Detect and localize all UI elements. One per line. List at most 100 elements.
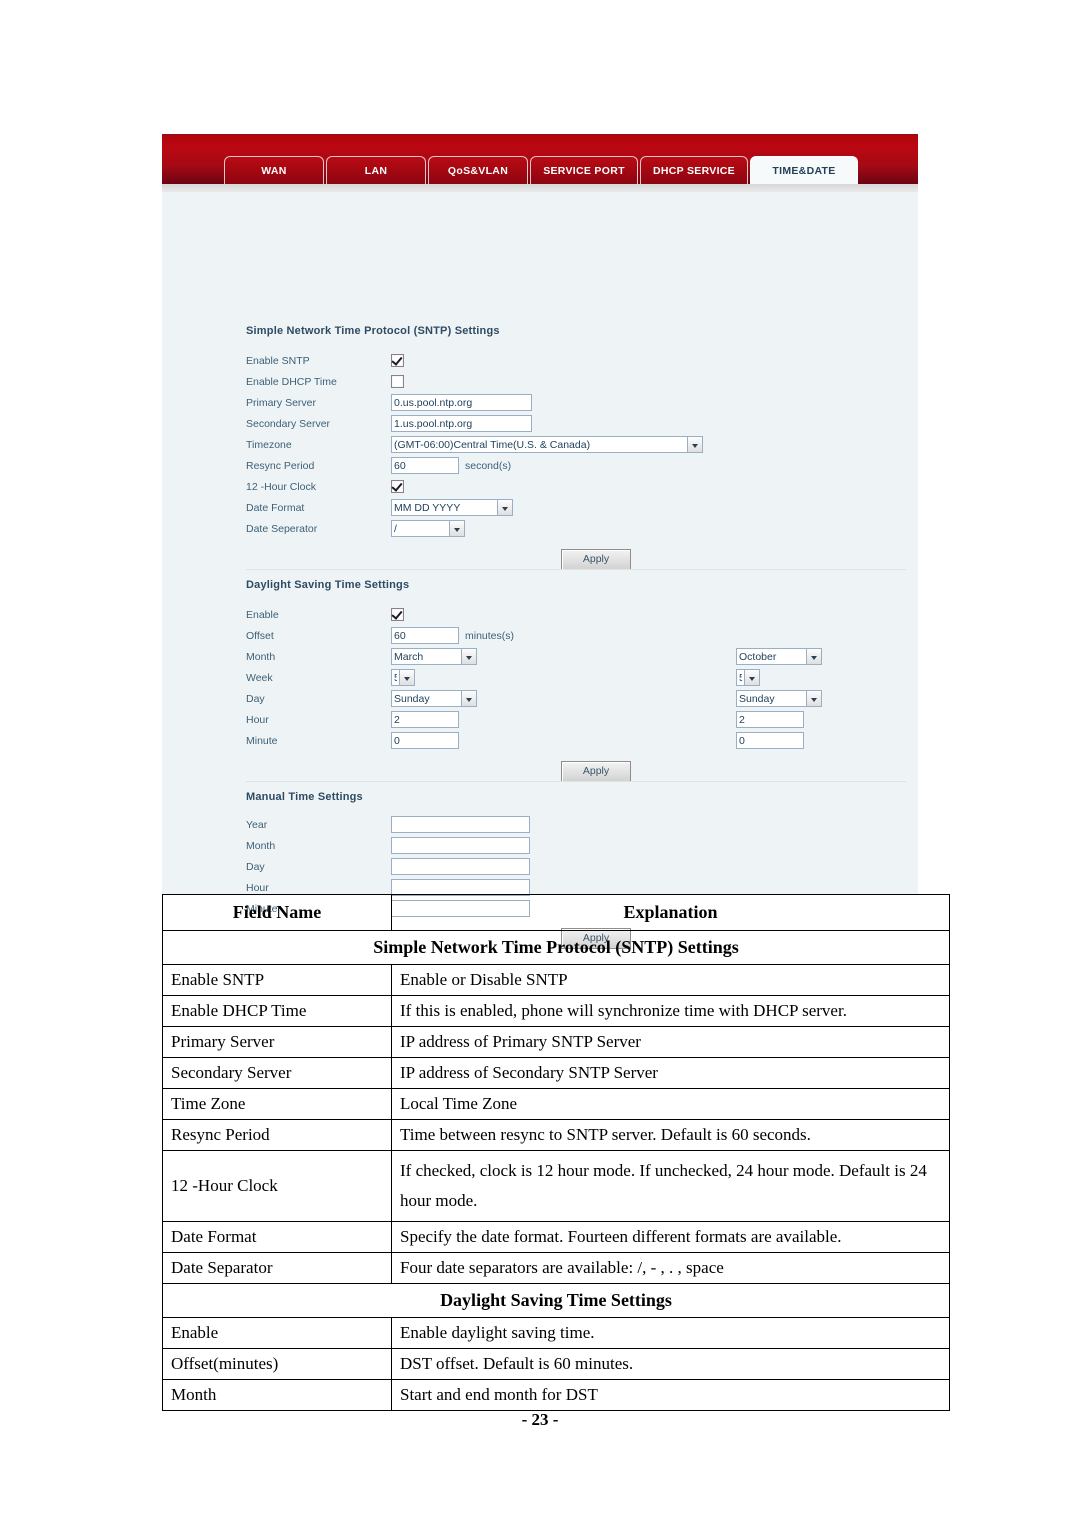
12-hour-clock-control	[391, 480, 404, 493]
date-seperator-select-value: /	[394, 522, 397, 535]
tab-list: WAN LAN QoS&VLAN SERVICE PORT DHCP SERVI…	[224, 156, 858, 184]
dst-minute-start-input[interactable]	[391, 732, 459, 749]
table-cell-explanation: Four date separators are available: /, -…	[391, 1251, 950, 1284]
12-hour-clock-checkbox[interactable]	[391, 480, 404, 493]
resync-period-input[interactable]	[391, 457, 459, 474]
dst-week-end-control: 5	[736, 669, 760, 686]
dst-enable-checkbox[interactable]	[391, 608, 404, 621]
field-row-manual-year: Year	[246, 814, 906, 835]
secondary-server-control	[391, 415, 532, 432]
dst-month-end-select[interactable]: October	[736, 648, 822, 665]
settings-panel: Simple Network Time Protocol (SNTP) Sett…	[162, 192, 918, 949]
section-divider-1	[246, 569, 906, 570]
dst-hour-end-control	[736, 711, 804, 728]
timezone-label: Timezone	[246, 438, 292, 451]
field-row-enable-dhcp-time: Enable DHCP Time	[246, 371, 906, 392]
tab-wan[interactable]: WAN	[224, 156, 324, 184]
manual-month-label: Month	[246, 839, 276, 852]
table-group-header-sntp-label: Simple Network Time Protocol (SNTP) Sett…	[162, 930, 950, 965]
table-cell-field: Date Separator	[162, 1251, 392, 1284]
tab-wan-label: WAN	[261, 165, 287, 177]
primary-server-control	[391, 394, 532, 411]
table-cell-explanation: IP address of Primary SNTP Server	[391, 1026, 950, 1058]
manual-year-input[interactable]	[391, 816, 530, 833]
dst-week-end-select[interactable]: 5	[736, 669, 760, 686]
table-cell-explanation: Start and end month for DST	[391, 1378, 950, 1411]
dst-enable-control	[391, 608, 404, 621]
table-row: Enable DHCP Time If this is enabled, pho…	[162, 995, 950, 1027]
table-cell-explanation: Specify the date format. Fourteen differ…	[391, 1220, 950, 1253]
field-explanation-table: Field Name Explanation Simple Network Ti…	[162, 894, 950, 1411]
dst-week-start-select[interactable]: 5	[391, 669, 415, 686]
dst-apply-button[interactable]: Apply	[561, 761, 631, 782]
section-divider-2	[246, 781, 906, 782]
dst-day-start-select[interactable]: Sunday	[391, 690, 477, 707]
dst-month-start-select[interactable]: March	[391, 648, 477, 665]
secondary-server-input[interactable]	[391, 415, 532, 432]
dst-day-label: Day	[246, 692, 265, 705]
field-row-resync-period: Resync Period second(s)	[246, 455, 906, 476]
table-cell-explanation: Enable daylight saving time.	[391, 1316, 950, 1349]
secondary-server-label: Secondary Server	[246, 417, 331, 430]
tab-qos-vlan[interactable]: QoS&VLAN	[428, 156, 528, 184]
enable-dhcp-time-control	[391, 375, 404, 388]
enable-sntp-control	[391, 354, 404, 367]
tab-bar: WAN LAN QoS&VLAN SERVICE PORT DHCP SERVI…	[162, 134, 918, 192]
sntp-section-title: Simple Network Time Protocol (SNTP) Sett…	[246, 325, 500, 337]
dst-week-start-control: 5	[391, 669, 415, 686]
primary-server-label: Primary Server	[246, 396, 317, 409]
table-cell-explanation: Local Time Zone	[391, 1088, 950, 1120]
dst-month-end-control: October	[736, 648, 822, 665]
chevron-down-icon	[806, 691, 821, 706]
field-row-enable-sntp: Enable SNTP	[246, 350, 906, 371]
dst-section-title: Daylight Saving Time Settings	[246, 579, 410, 591]
timezone-select[interactable]: (GMT-06:00)Central Time(U.S. & Canada)	[391, 436, 703, 453]
table-row: Time Zone Local Time Zone	[162, 1088, 950, 1120]
dst-hour-start-input[interactable]	[391, 711, 459, 728]
dst-month-start-control: March	[391, 648, 477, 665]
field-row-12-hour-clock: 12 -Hour Clock	[246, 476, 906, 497]
date-seperator-select[interactable]: /	[391, 520, 465, 537]
dst-month-label: Month	[246, 650, 276, 663]
tab-lan[interactable]: LAN	[326, 156, 426, 184]
dst-apply-row: Apply	[246, 761, 906, 782]
dst-minute-end-input[interactable]	[736, 732, 804, 749]
table-row: Month Start and end month for DST	[162, 1378, 950, 1411]
table-row: 12 -Hour Clock If checked, clock is 12 h…	[162, 1150, 950, 1222]
date-seperator-label: Date Seperator	[246, 522, 318, 535]
date-format-control: MM DD YYYY	[391, 499, 513, 516]
sntp-apply-button[interactable]: Apply	[561, 549, 631, 570]
table-cell-field: Time Zone	[162, 1088, 392, 1120]
dst-minute-end-control	[736, 732, 804, 749]
table-cell-field: Month	[162, 1378, 392, 1411]
manual-day-input[interactable]	[391, 858, 530, 875]
dst-minute-start-control	[391, 732, 459, 749]
tab-dhcp-service[interactable]: DHCP SERVICE	[640, 156, 748, 184]
date-format-select-value: MM DD YYYY	[394, 501, 461, 514]
dst-hour-end-input[interactable]	[736, 711, 804, 728]
manual-month-input[interactable]	[391, 837, 530, 854]
dst-day-end-select[interactable]: Sunday	[736, 690, 822, 707]
tab-service-port-label: SERVICE PORT	[543, 165, 625, 177]
field-row-primary-server: Primary Server	[246, 392, 906, 413]
enable-dhcp-time-checkbox[interactable]	[391, 375, 404, 388]
tab-service-port[interactable]: SERVICE PORT	[530, 156, 638, 184]
table-cell-explanation: Time between resync to SNTP server. Defa…	[391, 1119, 950, 1151]
resync-period-control: second(s)	[391, 457, 511, 474]
table-cell-field: Enable	[162, 1316, 392, 1349]
table-cell-explanation: Enable or Disable SNTP	[391, 964, 950, 996]
table-header-field-name: Field Name	[162, 894, 392, 931]
date-format-select[interactable]: MM DD YYYY	[391, 499, 513, 516]
table-group-header-dst: Daylight Saving Time Settings	[162, 1282, 950, 1318]
date-format-label: Date Format	[246, 501, 305, 514]
dst-week-start-value: 5	[394, 671, 397, 684]
dst-offset-input[interactable]	[391, 627, 459, 644]
table-group-header-sntp: Simple Network Time Protocol (SNTP) Sett…	[162, 930, 950, 965]
field-row-date-format: Date Format MM DD YYYY	[246, 497, 906, 518]
enable-sntp-checkbox[interactable]	[391, 354, 404, 367]
tab-time-date[interactable]: TIME&DATE	[750, 156, 858, 184]
12-hour-clock-label: 12 -Hour Clock	[246, 480, 317, 493]
primary-server-input[interactable]	[391, 394, 532, 411]
field-row-manual-day: Day	[246, 856, 906, 877]
table-cell-field: Resync Period	[162, 1119, 392, 1151]
